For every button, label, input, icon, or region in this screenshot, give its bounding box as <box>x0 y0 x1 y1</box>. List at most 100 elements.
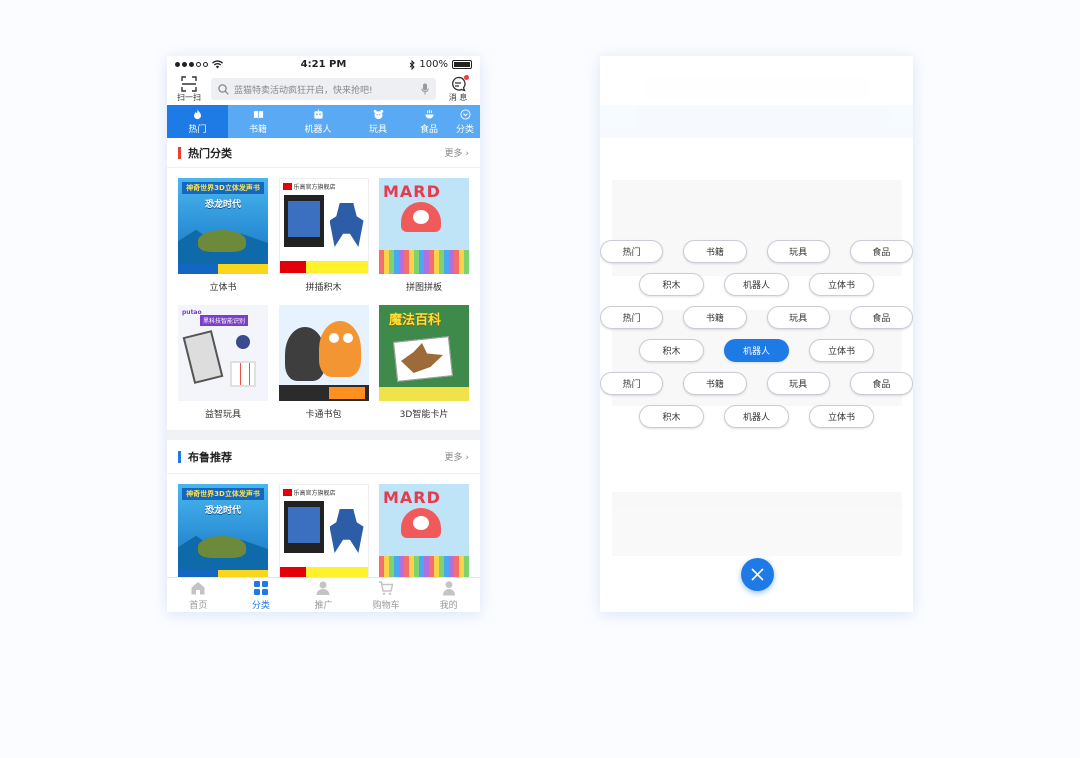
popup-book-image: 神奇世界3D立体发声书 恐龙时代 <box>178 484 268 577</box>
phone-screen-main: 4:21 PM 100% 扫一扫 蓝猫特卖活动疯狂开启，快来抢吧! 消 息 热门 <box>167 56 480 612</box>
tab-cart[interactable]: 购物车 <box>355 578 418 612</box>
tab-label: 首页 <box>189 600 208 611</box>
catnav-item-robots[interactable]: 机器人 <box>288 105 348 138</box>
filter-chip[interactable]: 食品 <box>849 306 913 329</box>
tab-category[interactable]: 分类 <box>230 578 293 612</box>
filter-chip[interactable]: 书籍 <box>683 306 747 329</box>
recommend-card[interactable]: MARD <box>379 484 469 577</box>
category-nav: 热门 书籍 机器人 玩具 食品 分类 <box>167 105 480 138</box>
lego-image: 乐高官方旗舰店 <box>278 484 369 577</box>
message-button[interactable]: 消 息 <box>444 74 472 103</box>
section-header-recommend: 布鲁推荐 更多 › <box>167 440 480 474</box>
thumb-text: putao <box>182 309 202 316</box>
section-title: 热门分类 <box>188 146 232 160</box>
category-card[interactable]: 卡通书包 <box>278 305 369 420</box>
clock: 4:21 PM <box>300 59 347 70</box>
search-input[interactable]: 蓝猫特卖活动疯狂开启，快来抢吧! <box>211 78 436 100</box>
catnav-label: 书籍 <box>248 124 267 135</box>
filter-chip[interactable]: 积木 <box>639 339 704 362</box>
category-card[interactable]: MARD 拼图拼板 <box>379 178 469 293</box>
filter-chip[interactable]: 立体书 <box>809 273 874 296</box>
tab-mine[interactable]: 我的 <box>417 578 480 612</box>
wifi-icon <box>212 60 223 69</box>
user-icon <box>442 580 455 595</box>
filter-chip[interactable]: 食品 <box>849 240 913 263</box>
catnav-label: 分类 <box>455 124 474 135</box>
thumb-text: 魔法百科 <box>389 313 442 328</box>
filter-chip[interactable]: 玩具 <box>766 306 830 329</box>
recommend-card[interactable]: 乐高官方旗舰店 <box>278 484 369 577</box>
category-card[interactable]: 魔法百科 3D智能卡片 <box>379 305 469 420</box>
catnav-item-toys[interactable]: 玩具 <box>348 105 408 138</box>
battery-percent: 100% <box>419 59 448 70</box>
cart-icon <box>379 580 394 595</box>
filter-chip-list: 热门 书籍 玩具 食品 积木 机器人 立体书 热门 书籍 玩具 食品 积木 机器人 立体书 热门 书籍 玩具 食品… <box>600 240 913 438</box>
chip-row: 积木 机器人 立体书 <box>600 273 913 296</box>
catnav-item-food[interactable]: 食品 <box>408 105 450 138</box>
chevron-down-icon <box>459 108 471 120</box>
recommend-grid: 神奇世界3D立体发声书 恐龙时代 乐高官方旗舰店 MARD <box>167 474 480 577</box>
filter-chip[interactable]: 积木 <box>639 405 704 428</box>
card-label: 3D智能卡片 <box>399 410 449 420</box>
catnav-label: 热门 <box>188 124 207 135</box>
filter-chip[interactable]: 书籍 <box>683 240 747 263</box>
filter-chip[interactable]: 玩具 <box>766 240 830 263</box>
filter-chip[interactable]: 机器人 <box>724 273 789 296</box>
filter-chip[interactable]: 立体书 <box>809 339 874 362</box>
section-header-hot: 热门分类 更多 › <box>167 138 480 168</box>
toy-icon <box>373 109 383 119</box>
fire-icon <box>194 108 201 119</box>
filter-chip[interactable]: 食品 <box>849 372 913 395</box>
filter-chip[interactable]: 积木 <box>639 273 704 296</box>
puzzle-board-image: MARD <box>379 484 469 577</box>
filter-chip[interactable]: 热门 <box>600 240 664 263</box>
category-card[interactable]: 神奇世界3D立体发声书 恐龙时代 立体书 <box>178 178 268 293</box>
thumb-text: 恐龙时代 <box>204 200 241 210</box>
category-card[interactable]: putao 黑科技智能识别 益智玩具 <box>178 305 268 420</box>
search-placeholder: 蓝猫特卖活动疯狂开启，快来抢吧! <box>234 85 373 96</box>
filter-chip[interactable]: 立体书 <box>809 405 874 428</box>
unread-dot <box>464 74 469 80</box>
category-card[interactable]: 乐高官方旗舰店 拼插积木 <box>278 178 369 293</box>
filter-chip[interactable]: 热门 <box>600 306 664 329</box>
message-label: 消 息 <box>448 92 468 102</box>
catnav-item-books[interactable]: 书籍 <box>228 105 288 138</box>
card-label: 立体书 <box>209 283 237 293</box>
section-accent-bar <box>178 146 181 159</box>
scan-button[interactable]: 扫一扫 <box>175 75 203 103</box>
product-grid: 神奇世界3D立体发声书 恐龙时代 立体书 乐高官方旗舰店 拼插积木 MARD 拼 <box>167 168 480 426</box>
tab-label: 我的 <box>439 600 458 611</box>
more-link[interactable]: 更多 › <box>445 450 469 463</box>
microphone-icon[interactable] <box>421 83 429 95</box>
recommend-card[interactable]: 神奇世界3D立体发声书 恐龙时代 <box>178 484 268 577</box>
more-link[interactable]: 更多 › <box>445 146 469 159</box>
catnav-item-category[interactable]: 分类 <box>450 105 480 138</box>
food-icon <box>424 109 434 119</box>
top-header: 扫一扫 蓝猫特卖活动疯狂开启，快来抢吧! 消 息 <box>167 73 480 105</box>
filter-chip[interactable]: 书籍 <box>683 372 747 395</box>
popup-book-image: 神奇世界3D立体发声书 恐龙时代 <box>178 178 268 274</box>
tab-home[interactable]: 首页 <box>167 578 230 612</box>
bottom-tab-bar: 首页 分类 推广 购物车 我的 <box>167 577 480 612</box>
catnav-label: 玩具 <box>368 124 387 135</box>
scan-label: 扫一扫 <box>177 92 201 102</box>
card-label: 益智玩具 <box>204 410 241 420</box>
filter-chip[interactable]: 机器人 <box>724 405 789 428</box>
section-title: 布鲁推荐 <box>188 450 232 464</box>
close-icon <box>751 568 764 581</box>
grid-icon <box>253 580 268 595</box>
promote-icon <box>316 581 330 595</box>
card-label: 卡通书包 <box>305 410 342 420</box>
filter-chip[interactable]: 热门 <box>600 372 664 395</box>
filter-chip[interactable]: 玩具 <box>766 372 830 395</box>
battery-indicator: 100% <box>382 59 472 70</box>
close-button[interactable] <box>741 558 774 591</box>
filter-chip[interactable]: 机器人 <box>724 339 789 362</box>
section-title-wrap: 热门分类 <box>178 145 232 161</box>
catnav-item-hot[interactable]: 热门 <box>167 105 228 138</box>
schoolbag-image <box>278 305 369 401</box>
section-divider <box>167 430 480 440</box>
tab-promote[interactable]: 推广 <box>292 578 355 612</box>
bluetooth-icon <box>410 59 416 70</box>
lego-image: 乐高官方旗舰店 <box>278 178 369 274</box>
